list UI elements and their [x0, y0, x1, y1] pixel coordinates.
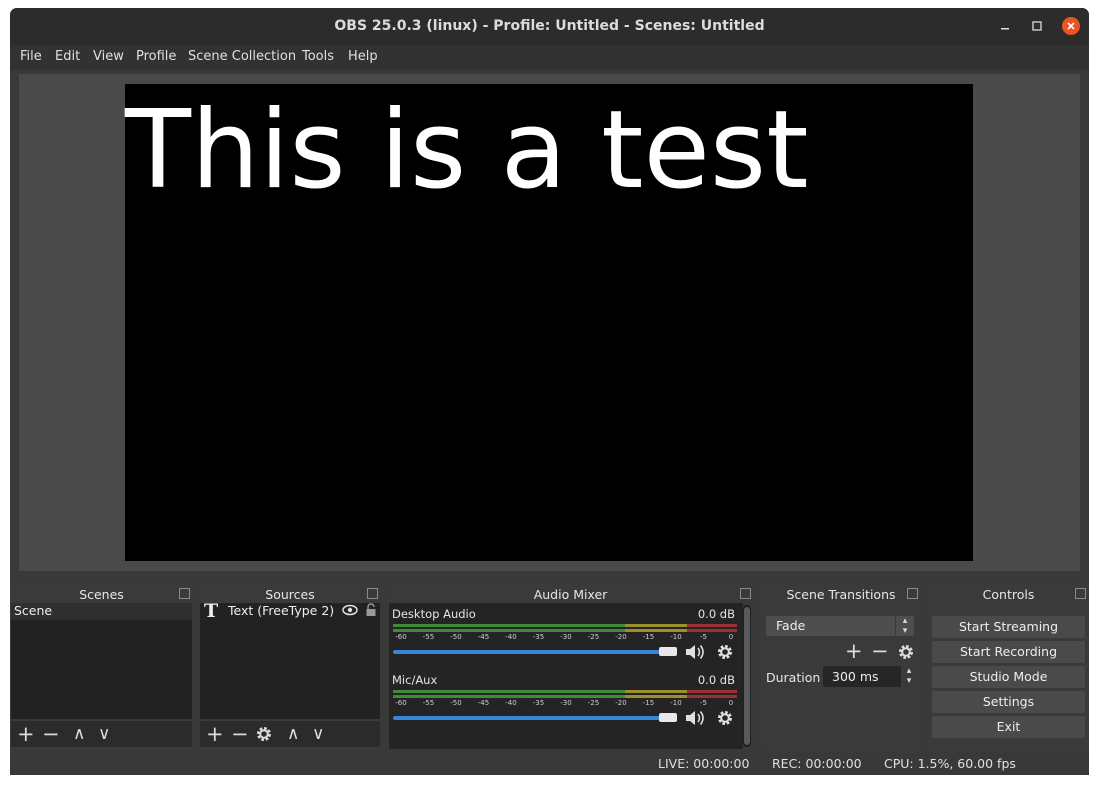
volume-meter: [393, 690, 737, 693]
title-bar[interactable]: OBS 25.0.3 (linux) - Profile: Untitled -…: [10, 8, 1089, 45]
duration-label: Duration: [766, 670, 821, 685]
mixer-channels: Desktop Audio 0.0 dB -60 -55 -50 -45 -40 -35-…: [389, 603, 743, 749]
speaker-icon[interactable]: [684, 642, 708, 665]
menu-file[interactable]: File: [20, 49, 42, 64]
audio-mixer-title: Audio Mixer: [533, 587, 608, 602]
float-dock-icon[interactable]: [740, 588, 751, 599]
move-source-up-icon[interactable]: ∧: [287, 723, 299, 745]
channel-db: 0.0 dB: [697, 673, 735, 687]
preview-area[interactable]: This is a test: [19, 74, 1080, 571]
volume-meter: [393, 695, 737, 698]
close-icon[interactable]: [1062, 17, 1080, 35]
menu-view[interactable]: View: [93, 49, 124, 64]
move-source-down-icon[interactable]: ∨: [312, 723, 324, 745]
scene-list-item[interactable]: Scene: [11, 603, 192, 620]
live-timer: LIVE: 00:00:00: [658, 756, 750, 771]
float-dock-icon[interactable]: [907, 588, 918, 599]
menu-profile[interactable]: Profile: [136, 49, 176, 64]
float-dock-icon[interactable]: [367, 588, 378, 599]
menu-tools[interactable]: Tools: [302, 49, 334, 64]
studio-mode-button[interactable]: Studio Mode: [932, 666, 1085, 688]
volume-fader-handle[interactable]: [659, 647, 677, 656]
audio-mixer-dock: Audio Mixer Desktop Audio 0.0 dB -60 -55-…: [387, 585, 754, 750]
sources-toolbar: + − ∧ ∨: [200, 721, 380, 747]
status-bar: LIVE: 00:00:00 REC: 00:00:00 CPU: 1.5%, …: [10, 751, 1089, 775]
eye-icon[interactable]: [342, 604, 358, 619]
float-dock-icon[interactable]: [1075, 588, 1086, 599]
volume-fader[interactable]: [393, 716, 673, 720]
channel-db: 0.0 dB: [697, 607, 735, 621]
gear-icon[interactable]: [716, 643, 734, 664]
window-title: OBS 25.0.3 (linux) - Profile: Untitled -…: [334, 18, 765, 34]
controls-dock: Controls Start Streaming Start Recording…: [928, 585, 1089, 750]
rec-timer: REC: 00:00:00: [772, 756, 862, 771]
spin-arrows-icon[interactable]: ▴ ▾: [901, 666, 917, 687]
move-scene-up-icon[interactable]: ∧: [73, 723, 85, 745]
mixer-channel-desktop-audio: Desktop Audio 0.0 dB -60 -55 -50 -45 -40 -35-…: [389, 603, 743, 669]
meter-scale: -60 -55 -50 -45 -40 -35 -30 -25 -20 -15 -10 -5 0: [395, 699, 734, 707]
maximize-icon[interactable]: [1028, 17, 1046, 35]
lock-icon[interactable]: [365, 603, 377, 620]
scenes-dock-title: Scenes: [79, 587, 124, 602]
preview-canvas[interactable]: This is a test: [125, 84, 973, 561]
channel-name: Desktop Audio: [392, 607, 476, 621]
chevron-up-down-icon: ▴ ▾: [895, 616, 914, 636]
scene-transitions-title: Scene Transitions: [786, 587, 896, 602]
mixer-scrollbar-thumb[interactable]: [744, 607, 750, 745]
channel-name: Mic/Aux: [392, 673, 438, 687]
volume-fader-handle[interactable]: [659, 713, 677, 722]
meter-scale: -60 -55 -50 -45 -40 -35 -30 -25 -20 -15 -10 -5 0: [395, 633, 734, 641]
remove-source-icon[interactable]: −: [231, 723, 249, 745]
preview-text-source[interactable]: This is a test: [125, 86, 809, 216]
controls-title: Controls: [982, 587, 1035, 602]
scenes-toolbar: + − ∧ ∨: [11, 721, 192, 747]
volume-fader[interactable]: [393, 650, 673, 654]
menu-help[interactable]: Help: [348, 49, 378, 64]
move-scene-down-icon[interactable]: ∨: [98, 723, 110, 745]
start-streaming-button[interactable]: Start Streaming: [932, 616, 1085, 638]
transition-selected: Fade: [776, 618, 806, 633]
speaker-icon[interactable]: [684, 708, 708, 731]
settings-button[interactable]: Settings: [932, 691, 1085, 713]
gear-icon[interactable]: [716, 709, 734, 730]
volume-meter: [393, 624, 737, 627]
source-list-item[interactable]: T Text (FreeType 2): [200, 600, 380, 622]
add-transition-icon[interactable]: +: [845, 639, 863, 663]
scenes-dock: Scenes Scene + − ∧ ∨: [10, 585, 193, 750]
sources-dock-title: Sources: [265, 587, 315, 602]
gear-icon[interactable]: [255, 725, 273, 747]
add-scene-icon[interactable]: +: [17, 723, 35, 745]
menu-scene-collection[interactable]: Scene Collection: [188, 49, 296, 64]
sources-list[interactable]: T Text (FreeType 2): [200, 600, 380, 719]
obs-window: OBS 25.0.3 (linux) - Profile: Untitled -…: [10, 8, 1089, 775]
source-label: Text (FreeType 2): [228, 603, 335, 618]
add-source-icon[interactable]: +: [206, 723, 224, 745]
minimize-icon[interactable]: [996, 17, 1014, 35]
float-dock-icon[interactable]: [179, 588, 190, 599]
remove-transition-icon[interactable]: −: [871, 639, 889, 663]
menu-bar: File Edit View Profile Scene Collection …: [10, 45, 1089, 70]
remove-scene-icon[interactable]: −: [42, 723, 60, 745]
duration-input[interactable]: 300 ms ▴ ▾: [823, 666, 917, 687]
mixer-channel-mic-aux: Mic/Aux 0.0 dB -60 -55 -50 -45 -40 -35 -30 -25-…: [389, 669, 743, 735]
sources-dock: Sources T Text (FreeType 2) + − ∧ ∨: [199, 585, 381, 750]
menu-edit[interactable]: Edit: [55, 49, 80, 64]
text-icon: T: [204, 600, 219, 622]
transition-select[interactable]: Fade ▴ ▾: [766, 616, 914, 636]
gear-icon[interactable]: [897, 643, 915, 664]
scene-transitions-dock: Scene Transitions Fade ▴ ▾ + − Duration 3…: [761, 585, 921, 750]
volume-meter: [393, 629, 737, 632]
duration-value: 300 ms: [832, 669, 879, 684]
cpu-fps: CPU: 1.5%, 60.00 fps: [884, 756, 1016, 771]
scenes-list[interactable]: Scene: [11, 603, 192, 719]
start-recording-button[interactable]: Start Recording: [932, 641, 1085, 663]
exit-button[interactable]: Exit: [932, 716, 1085, 738]
